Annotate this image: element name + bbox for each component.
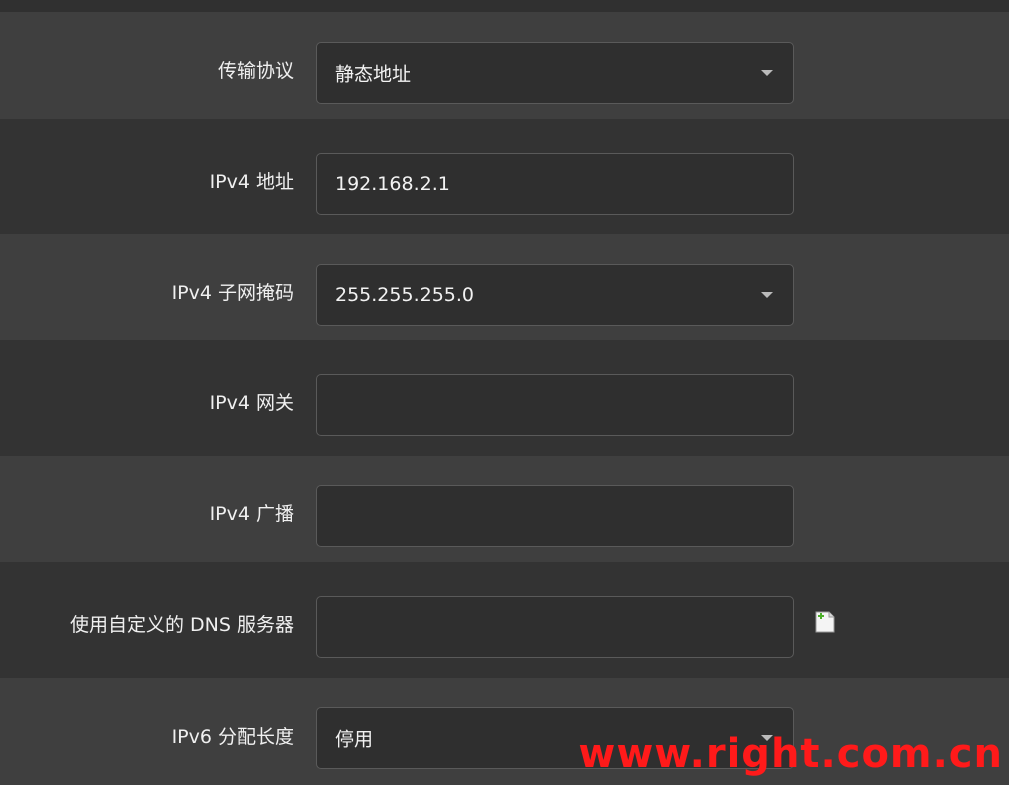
ipv6-assign-value: 停用 xyxy=(335,728,374,751)
ipv4-broadcast-label: IPv4 广播 xyxy=(209,503,294,525)
ipv4-address-label: IPv4 地址 xyxy=(209,171,294,193)
protocol-select[interactable]: 静态地址 xyxy=(316,42,794,104)
chevron-down-icon xyxy=(761,70,773,76)
chevron-down-icon xyxy=(761,292,773,298)
ipv4-gateway-label: IPv4 网关 xyxy=(209,392,294,414)
ipv4-gateway-row: IPv4 网关 xyxy=(0,340,1009,456)
interface-settings-form: 传输协议 静态地址 IPv4 地址 192.168.2.1 IPv4 子网掩码 … xyxy=(0,0,1009,785)
protocol-value: 静态地址 xyxy=(335,63,412,86)
protocol-label: 传输协议 xyxy=(217,60,294,82)
custom-dns-input[interactable] xyxy=(316,596,794,658)
ipv4-address-input[interactable]: 192.168.2.1 xyxy=(316,153,794,215)
custom-dns-label: 使用自定义的 DNS 服务器 xyxy=(70,614,294,636)
custom-dns-row: 使用自定义的 DNS 服务器 xyxy=(0,562,1009,678)
ipv4-netmask-label: IPv4 子网掩码 xyxy=(171,282,294,304)
protocol-row: 传输协议 静态地址 xyxy=(0,12,1009,119)
ipv4-netmask-row: IPv4 子网掩码 255.255.255.0 xyxy=(0,234,1009,340)
ipv4-broadcast-input[interactable] xyxy=(316,485,794,547)
ipv4-address-value: 192.168.2.1 xyxy=(335,173,450,195)
ipv4-address-row: IPv4 地址 192.168.2.1 xyxy=(0,119,1009,234)
ipv4-netmask-select[interactable]: 255.255.255.0 xyxy=(316,264,794,326)
watermark: www.right.com.cn xyxy=(578,731,1003,777)
ipv4-gateway-input[interactable] xyxy=(316,374,794,436)
ipv6-assign-label: IPv6 分配长度 xyxy=(171,726,294,748)
add-entry-icon[interactable] xyxy=(814,610,836,634)
top-strip xyxy=(0,0,1009,12)
ipv4-broadcast-row: IPv4 广播 xyxy=(0,456,1009,562)
ipv4-netmask-value: 255.255.255.0 xyxy=(335,284,475,306)
